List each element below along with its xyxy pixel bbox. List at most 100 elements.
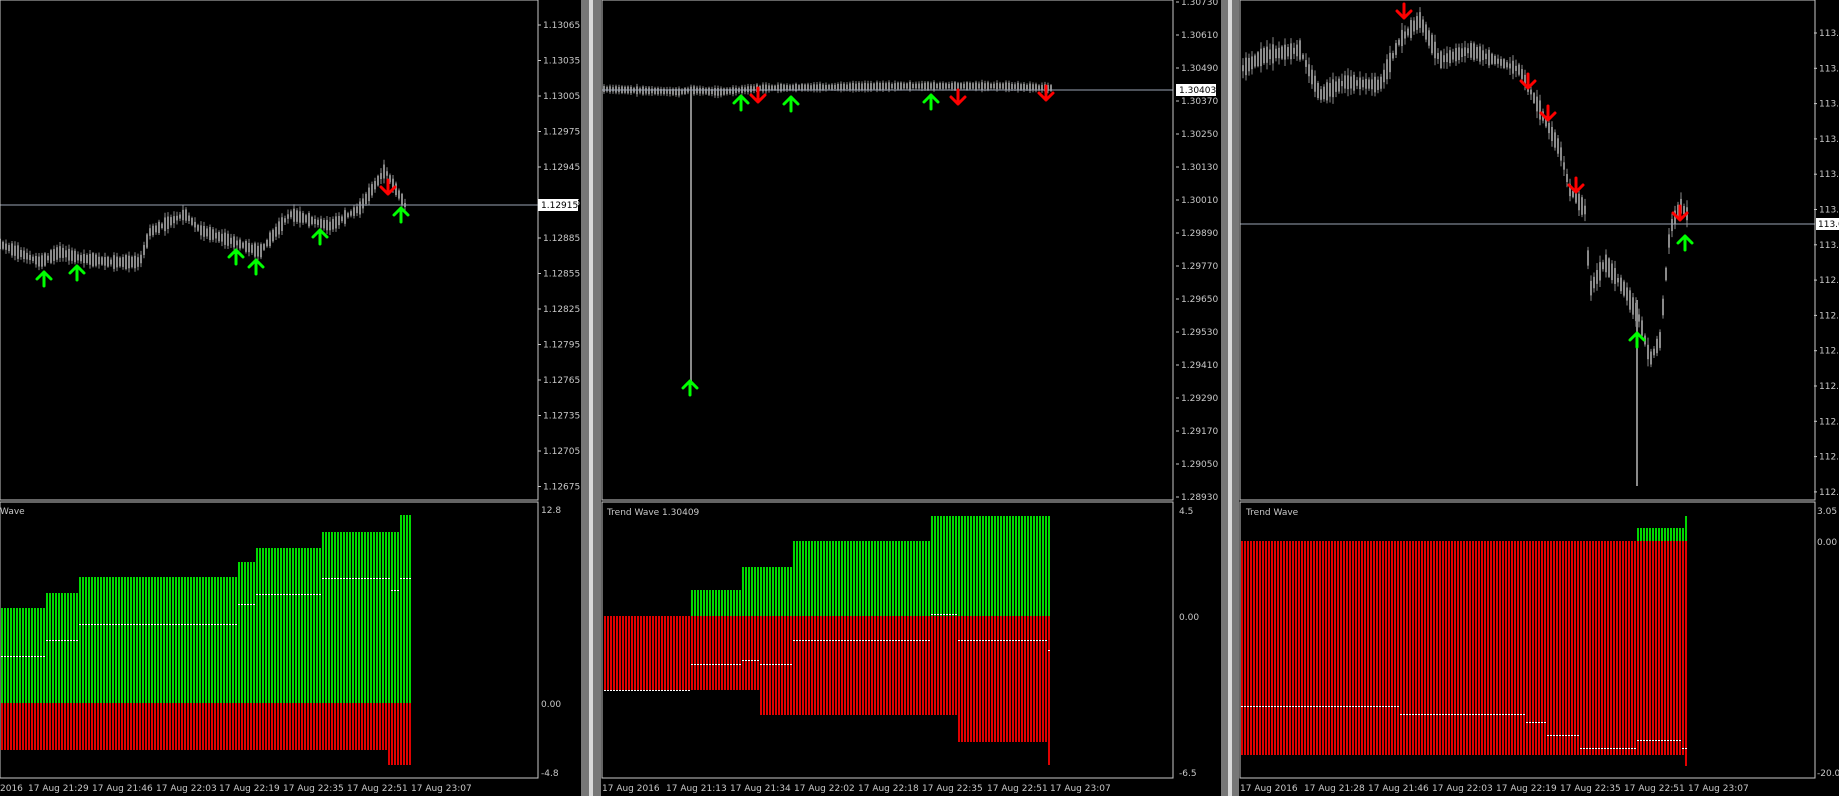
histogram-bar-down [121, 703, 123, 750]
candle-body [828, 84, 830, 90]
histogram-signal-dot [1637, 740, 1639, 741]
candle-body [996, 82, 998, 90]
histogram-signal-dot [106, 624, 108, 625]
histogram-signal-dot [868, 640, 870, 641]
histogram-bar-up [238, 562, 240, 703]
histogram-signal-dot [148, 624, 150, 625]
histogram-signal-dot [790, 664, 792, 665]
candle-body [5, 243, 7, 250]
histogram-bar-up [151, 577, 153, 703]
histogram-bar-up [190, 577, 192, 703]
histogram-bar-down [340, 703, 342, 750]
histogram-bar-down [1685, 541, 1687, 766]
histogram-signal-dot [1595, 748, 1597, 749]
histogram-bar-down [931, 616, 933, 715]
candle-body [1251, 56, 1253, 70]
histogram-bar-up [877, 541, 879, 616]
candle-body [699, 87, 701, 94]
histogram-bar-down [406, 703, 408, 765]
histogram-bar-up [721, 590, 723, 616]
histogram-bar-down [1436, 541, 1438, 755]
candle-body [708, 87, 710, 95]
candle-body [1512, 60, 1514, 74]
histogram-signal-dot [901, 640, 903, 641]
price-tick-label: 1.12795 [543, 341, 580, 351]
histogram-signal-dot [664, 690, 666, 691]
candle-body [1608, 258, 1610, 277]
histogram-signal-dot [799, 640, 801, 641]
histogram-signal-dot [1658, 740, 1660, 741]
histogram-bar-down [1301, 541, 1303, 755]
candle-body [921, 83, 923, 89]
histogram-signal-dot [337, 578, 339, 579]
histogram-signal-dot [844, 640, 846, 641]
histogram-signal-dot [1033, 640, 1035, 641]
histogram-signal-dot [367, 578, 369, 579]
histogram-bar-down [64, 703, 66, 750]
histogram-signal-dot [247, 604, 249, 605]
histogram-bar-up [121, 577, 123, 703]
histogram-signal-dot [346, 578, 348, 579]
histogram-signal-dot [1358, 706, 1360, 707]
histogram-signal-dot [667, 690, 669, 691]
trend-wave-histogram-2 [604, 516, 1050, 765]
histogram-signal-dot [940, 614, 942, 615]
histogram-bar-down [1400, 541, 1402, 755]
candle-body [927, 82, 929, 90]
histogram-bar-down [169, 703, 171, 750]
histogram-bar-down [1610, 541, 1612, 755]
histogram-signal-dot [613, 690, 615, 691]
candle-body [951, 83, 953, 89]
histogram-signal-dot [73, 640, 75, 641]
histogram-bar-up [871, 541, 873, 616]
histogram-bar-down [1271, 541, 1273, 755]
histogram-bar-down [61, 703, 63, 750]
histogram-signal-dot [898, 640, 900, 641]
histogram-signal-dot [820, 640, 822, 641]
candle-body [89, 253, 91, 265]
histogram-signal-dot [7, 656, 9, 657]
histogram-bar-up [184, 577, 186, 703]
histogram-signal-dot [1015, 640, 1017, 641]
candle-body [903, 83, 905, 89]
candle-body [1461, 48, 1463, 58]
chart-window-1[interactable]: 1.130651.130351.130051.129751.129451.129… [0, 0, 580, 794]
histogram-signal-dot [1012, 640, 1014, 641]
candle-body [1479, 46, 1481, 62]
histogram-signal-dot [691, 664, 693, 665]
candle-body [353, 207, 355, 216]
histogram-signal-dot [1262, 706, 1264, 707]
chart-window-2[interactable]: 1.307301.306101.304901.303701.302501.301… [601, 0, 1218, 794]
histogram-signal-dot [769, 664, 771, 665]
candle-body [1470, 43, 1472, 58]
histogram-bar-down [1367, 541, 1369, 755]
histogram-bar-up [1048, 516, 1050, 616]
histogram-bar-down [1475, 541, 1477, 755]
histogram-bar-up [10, 608, 12, 703]
histogram-bar-down [181, 703, 183, 750]
histogram-bar-down [1595, 541, 1597, 755]
indicator-tick-label: 12.8 [541, 506, 561, 516]
histogram-bar-down [325, 703, 327, 750]
histogram-signal-dot [34, 656, 36, 657]
candle-body [1557, 138, 1559, 154]
histogram-bar-down [1265, 541, 1267, 755]
histogram-signal-dot [286, 594, 288, 595]
candle-body [714, 87, 716, 96]
histogram-bar-down [1241, 541, 1243, 755]
histogram-bar-up [211, 577, 213, 703]
histogram-bar-down [1262, 541, 1264, 755]
histogram-bar-down [826, 616, 828, 715]
candle-body [113, 255, 115, 269]
chart-window-3[interactable]: 113.113.113.113.113.0113.0113.0112.9112.… [1239, 0, 1839, 794]
histogram-bar-down [1259, 541, 1261, 755]
histogram-bar-down [841, 616, 843, 715]
candle-body [44, 253, 46, 266]
histogram-bar-up [205, 577, 207, 703]
candle-body [969, 82, 971, 90]
candle-body [1269, 49, 1271, 60]
histogram-bar-down [1568, 541, 1570, 755]
histogram-bar-down [1373, 541, 1375, 755]
candle-body [83, 253, 85, 264]
histogram-bar-down [1655, 541, 1657, 755]
